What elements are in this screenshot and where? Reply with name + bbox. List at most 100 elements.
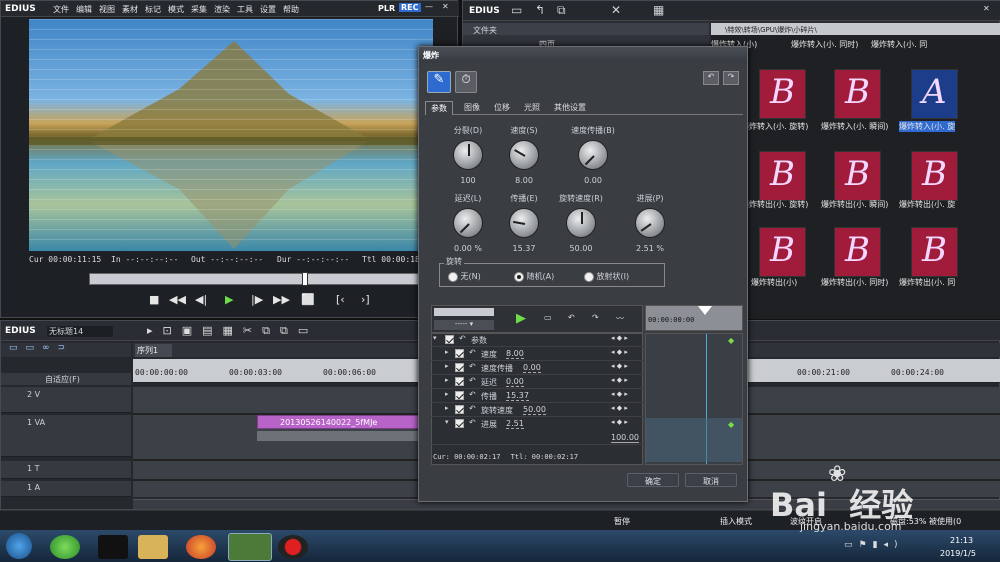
tray-icons[interactable]: ▭⚑▮◂) [844, 540, 904, 550]
keyframe-marker[interactable]: ◆ [728, 336, 734, 345]
menu-capture[interactable]: 采集 [191, 4, 207, 15]
close-bin-icon[interactable]: ✕ [983, 4, 990, 13]
redo-icon[interactable]: ↷ [723, 71, 739, 85]
menu-mode[interactable]: 模式 [168, 4, 184, 15]
effect-thumbnail[interactable]: B [759, 69, 806, 119]
effect-thumbnail[interactable]: B [834, 227, 881, 277]
stop-icon[interactable]: ■ [149, 293, 159, 306]
firefox-icon[interactable] [186, 535, 216, 559]
param-row-speed[interactable]: ▸ ↶ 速度 8.00 ◂ ◆ ▸ [431, 347, 643, 361]
kf-comment-icon[interactable]: ▭ [544, 313, 552, 322]
menu-render[interactable]: 渲染 [214, 4, 230, 15]
video-clip[interactable]: 20130526140022_5fMJe [257, 415, 427, 429]
edius-taskbar-icon[interactable] [228, 533, 272, 561]
param-row-delay[interactable]: ▸ ↶ 延迟 0.00 ◂ ◆ ▸ [431, 375, 643, 389]
menu-view[interactable]: 视图 [99, 4, 115, 15]
knob-progress[interactable]: 进展(P) 2.51 % [625, 193, 675, 253]
up-folder-icon[interactable]: ↰ [535, 3, 545, 17]
kf-nav-arrows[interactable]: ◂ ◆ ▸ [611, 390, 628, 398]
zoom-dropdown[interactable]: ----- ▾ [434, 320, 494, 330]
tab-lighting[interactable]: 光照 [519, 102, 545, 113]
kf-nav-arrows[interactable]: ◂ ◆ ▸ [611, 418, 628, 426]
param-row-rotation-speed[interactable]: ▸ ↶ 旋转速度 50.00 ◂ ◆ ▸ [431, 403, 643, 417]
knob-split[interactable]: 分裂(D) 100 [445, 125, 491, 185]
menu-help[interactable]: 帮助 [283, 4, 299, 15]
palette-icon[interactable]: ✎ [427, 71, 451, 93]
step-back-icon[interactable]: ◀| [195, 293, 207, 306]
tab-position[interactable]: 位移 [489, 102, 515, 113]
effect-thumbnail[interactable]: B [759, 151, 806, 201]
step-forward-icon[interactable]: |▶ [251, 293, 263, 306]
ok-button[interactable]: 确定 [627, 473, 679, 487]
rewind-icon[interactable]: ◀◀ [169, 293, 186, 306]
plr-label[interactable]: PLR [378, 4, 395, 13]
mark-out-icon[interactable]: ›] [361, 293, 370, 306]
menu-file[interactable]: 文件 [53, 4, 69, 15]
param-root-row[interactable]: ▾ ↶ 参数 ◂ ◆ ▸ [431, 333, 643, 347]
clip-icon[interactable]: ⧉ [557, 3, 566, 18]
qq-icon[interactable] [98, 535, 128, 559]
radio-random[interactable]: 随机(A) [514, 271, 554, 282]
menu-marker[interactable]: 标记 [145, 4, 161, 15]
effect-thumbnail[interactable]: B [759, 227, 806, 277]
kf-nav-arrows[interactable]: ◂ ◆ ▸ [611, 334, 628, 342]
knob-rotation-speed[interactable]: 旋转速度(R) 50.00 [551, 193, 611, 253]
kf-nav-arrows[interactable]: ◂ ◆ ▸ [611, 348, 628, 356]
menu-tools[interactable]: 工具 [237, 4, 253, 15]
stopwatch-icon[interactable]: ⏱ [455, 71, 477, 93]
param-row-progress[interactable]: ▾ ↶ 进展 2.51 ◂ ◆ ▸ 100.00 [431, 417, 643, 445]
file-explorer-icon[interactable] [138, 535, 168, 559]
kf-play-icon[interactable]: ▶ [516, 311, 526, 326]
knob-spread[interactable]: 传播(E) 15.37 [501, 193, 547, 253]
track-1a[interactable]: 1 A [1, 481, 131, 497]
kf-graph-icon[interactable]: 〰 [616, 313, 624, 324]
tab-params[interactable]: 参数 [425, 101, 453, 115]
param-row-speed-spread[interactable]: ▸ ↶ 速度传播 0.00 ◂ ◆ ▸ [431, 361, 643, 375]
fast-forward-icon[interactable]: ▶▶ [273, 293, 290, 306]
radio-none[interactable]: 无(N) [448, 271, 481, 282]
loop-icon[interactable]: ⬜ [301, 293, 315, 306]
kf-nav-arrows[interactable]: ◂ ◆ ▸ [611, 376, 628, 384]
effect-thumbnail[interactable]: B [834, 69, 881, 119]
effect-thumbnail[interactable]: B [911, 227, 958, 277]
status-insert[interactable]: 插入模式 [720, 516, 752, 527]
kf-nav-arrows[interactable]: ◂ ◆ ▸ [611, 362, 628, 370]
kf-nav-arrows[interactable]: ◂ ◆ ▸ [611, 404, 628, 412]
folder-icon[interactable]: ▭ [511, 3, 522, 17]
effect-thumbnail[interactable]: A [911, 69, 958, 119]
playhead[interactable] [302, 272, 308, 286]
fit-dropdown[interactable]: 自适应(F) [1, 373, 131, 385]
sequence-tab[interactable]: 序列1 [135, 344, 173, 357]
kf-next-icon[interactable]: ↷ [592, 313, 599, 322]
minimize-icon[interactable]: — [425, 2, 433, 11]
rec-label[interactable]: REC [399, 3, 421, 12]
effect-thumbnail[interactable]: B [834, 151, 881, 201]
track-1va[interactable]: 1 VA [1, 415, 131, 457]
playback-slider[interactable] [89, 272, 443, 286]
kf-prev-icon[interactable]: ↶ [568, 313, 575, 322]
radio-radial[interactable]: 放射状(I) [584, 271, 629, 282]
keyframe-marker[interactable]: ◆ [728, 420, 734, 429]
track-2v[interactable]: 2 V [1, 387, 131, 413]
cancel-button[interactable]: 取消 [685, 473, 737, 487]
menu-clip[interactable]: 素材 [122, 4, 138, 15]
view-icon[interactable]: ▦ [653, 3, 664, 17]
menu-settings[interactable]: 设置 [260, 4, 276, 15]
start-button[interactable] [6, 533, 32, 559]
effect-thumbnail[interactable]: B [911, 151, 958, 201]
zoom-slider[interactable] [434, 308, 494, 316]
keyframe-graph[interactable]: ◆ ◆ [645, 333, 743, 465]
undo-icon[interactable]: ↶ [703, 71, 719, 85]
tab-image[interactable]: 图像 [459, 102, 485, 113]
keyframe-ruler[interactable]: 00:00:00:00 [645, 305, 743, 331]
knob-speed-spread[interactable]: 速度传播(B) 0.00 [563, 125, 623, 185]
knob-delay[interactable]: 延迟(L) 0.00 % [445, 193, 491, 253]
effect-caption-selected[interactable]: 爆炸转入(小. 旋 [899, 121, 956, 132]
menu-edit[interactable]: 编辑 [76, 4, 92, 15]
track-1t[interactable]: 1 T [1, 461, 131, 479]
knob-speed[interactable]: 速度(S) 8.00 [501, 125, 547, 185]
browser-360-icon[interactable] [50, 535, 80, 559]
play-icon[interactable]: ▶ [225, 293, 233, 306]
kf-playhead-marker[interactable] [698, 306, 712, 315]
tab-other[interactable]: 其他设置 [549, 102, 591, 113]
